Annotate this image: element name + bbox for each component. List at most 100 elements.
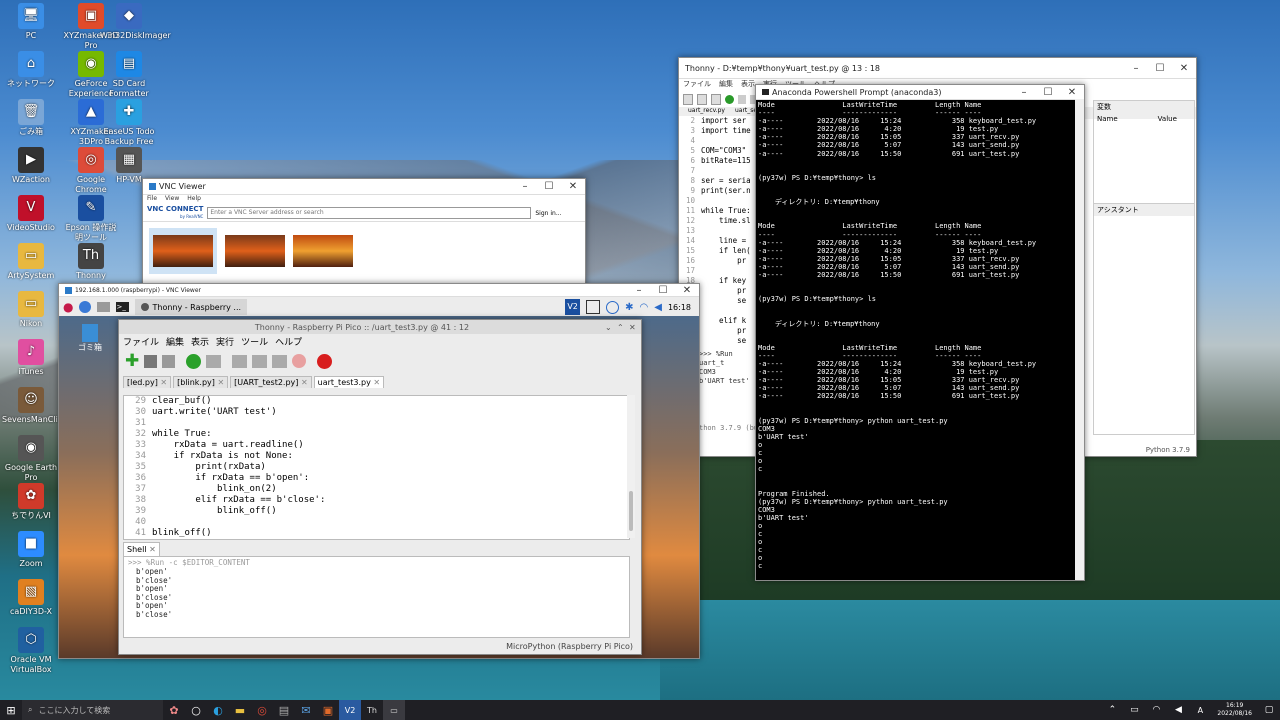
desktop-icon[interactable]: Th Thonny	[62, 243, 120, 281]
widgets-icon[interactable]: ✿	[163, 700, 185, 720]
menu-item[interactable]: 編集	[166, 335, 184, 348]
server-thumbnail[interactable]	[149, 228, 217, 274]
step-into-icon[interactable]	[252, 354, 268, 368]
menu-item[interactable]: 実行	[216, 335, 234, 348]
desktop-icon[interactable]: ✎ Epson 操作説明ツール	[62, 195, 120, 243]
menu-item[interactable]: File	[147, 195, 157, 205]
save-icon[interactable]	[711, 93, 721, 105]
menu-item[interactable]: 表示	[191, 335, 209, 348]
debug-icon[interactable]	[738, 94, 746, 104]
bluetooth-icon[interactable]: ✱	[625, 302, 633, 313]
save-icon[interactable]	[162, 354, 176, 368]
title-bar[interactable]: Anaconda Powershell Prompt (anaconda3) –…	[756, 85, 1084, 100]
notification-icon[interactable]: ▢	[1258, 700, 1280, 720]
browser-icon[interactable]	[79, 301, 92, 313]
shell-panel[interactable]: >>> %Run -c $EDITOR_CONTENT b'open' b'clo…	[123, 556, 630, 638]
shell-tab[interactable]: Shell ✕	[123, 542, 160, 557]
terminal-task-icon[interactable]: ▭	[383, 700, 405, 720]
terminal-icon[interactable]: >_	[116, 302, 130, 312]
desktop-icon[interactable]: ✚ EaseUS Todo Backup Free	[100, 99, 158, 147]
maximize-icon[interactable]: ☐	[651, 285, 675, 296]
desktop-icon[interactable]: ▶ WZaction	[2, 147, 60, 185]
signin-button[interactable]: Sign in...	[535, 210, 561, 217]
desktop-icon[interactable]: ◆ Win32DiskImager	[100, 3, 171, 41]
task-view-icon[interactable]: ○	[185, 700, 207, 720]
vnc-search-input[interactable]: Enter a VNC Server address or search	[207, 207, 532, 219]
wifi-icon[interactable]: ◠	[640, 302, 649, 313]
server-thumbnail[interactable]	[293, 235, 353, 267]
vnc-viewer-task-icon[interactable]: V2	[339, 700, 361, 720]
powershell-window[interactable]: Anaconda Powershell Prompt (anaconda3) –…	[755, 84, 1085, 581]
file-explorer-icon[interactable]: ▬	[229, 700, 251, 720]
resume-icon[interactable]	[292, 354, 307, 368]
close-icon[interactable]: ✕	[215, 378, 224, 387]
raspberry-menu-icon[interactable]: ●	[63, 300, 73, 314]
edge-icon[interactable]: ◐	[207, 700, 229, 720]
menu-item[interactable]: ツール	[241, 335, 268, 348]
desktop-icon[interactable]: ▭ ArtySystem	[2, 243, 60, 281]
menu-item[interactable]: ファイル	[123, 335, 159, 348]
title-bar[interactable]: Thonny - Raspberry Pi Pico :: /uart_test…	[119, 320, 641, 334]
title-bar[interactable]: Thonny - D:¥temp¥thony¥uart_test.py @ 13…	[679, 58, 1196, 79]
scrollbar[interactable]	[1075, 99, 1084, 580]
minimize-icon[interactable]: –	[1124, 63, 1148, 74]
editor-tab[interactable]: [led.py] ✕	[123, 376, 172, 388]
close-icon[interactable]: ✕	[149, 545, 156, 554]
maximize-icon[interactable]: ⌃	[617, 323, 629, 332]
desktop-icon[interactable]: V VideoStudio	[2, 195, 60, 233]
pi-trash-icon[interactable]: ゴミ箱	[77, 324, 103, 353]
maximize-icon[interactable]: ☐	[1148, 63, 1172, 74]
minimize-icon[interactable]: ⌄	[605, 323, 617, 332]
chrome-icon[interactable]: ◎	[251, 700, 273, 720]
wifi-icon[interactable]: ◠	[1145, 700, 1167, 720]
open-icon[interactable]	[697, 93, 707, 105]
thonny-task[interactable]: Thonny - Raspberry ...	[135, 299, 248, 315]
shell-panel[interactable]: >>> %Run uart_t COM3 b'UART test'	[699, 350, 759, 430]
desktop-icon[interactable]: 🗑 ごみ箱	[2, 99, 60, 137]
desktop-icon[interactable]: ♪ iTunes	[2, 339, 60, 377]
terminal-output[interactable]: Mode LastWriteTime Length Name ---- -----…	[756, 100, 1072, 580]
menu-item[interactable]: View	[165, 195, 179, 205]
thonny-pi-window[interactable]: Thonny - Raspberry Pi Pico :: /uart_test…	[118, 319, 642, 655]
mail-icon[interactable]: ✉	[295, 700, 317, 720]
debug-icon[interactable]	[206, 354, 222, 368]
desktop-icon[interactable]: ▤ SD Card Formatter	[100, 51, 158, 99]
close-icon[interactable]: ✕	[675, 285, 699, 296]
folder-icon[interactable]	[97, 302, 111, 312]
desktop-icon[interactable]: ⌂ ネットワーク	[2, 51, 60, 89]
step-out-icon[interactable]	[272, 354, 288, 368]
store-icon[interactable]: ▤	[273, 700, 295, 720]
menu-item[interactable]: 表示	[741, 79, 755, 91]
windows-start-icon[interactable]: ⊞	[0, 700, 22, 720]
editor-scrollbar[interactable]	[627, 395, 635, 538]
download-icon[interactable]	[606, 300, 620, 314]
thonny-task-icon[interactable]: Th	[361, 700, 383, 720]
desktop-icon[interactable]: ■ Zoom	[2, 531, 60, 569]
editor-tab[interactable]: uart_test3.py ✕	[313, 376, 385, 388]
run-icon[interactable]	[725, 94, 734, 104]
close-icon[interactable]: ✕	[1172, 63, 1196, 74]
step-over-icon[interactable]	[232, 354, 248, 368]
menu-item[interactable]: 編集	[719, 79, 733, 91]
server-thumbnail[interactable]	[225, 235, 285, 267]
desktop-icon[interactable]: ☺ SevensManClient	[2, 387, 71, 425]
minimize-icon[interactable]: –	[1012, 87, 1036, 98]
run-icon[interactable]	[186, 353, 202, 369]
vnc-viewer-window[interactable]: VNC Viewer – ☐ ✕ File View Help VNC CONNEC…	[142, 178, 586, 290]
minimize-icon[interactable]: –	[513, 181, 537, 192]
new-file-icon[interactable]	[683, 93, 693, 105]
clock[interactable]: 16:19 2022/08/16	[1211, 702, 1258, 718]
desktop-icon[interactable]: ▧ caDIY3D-X	[2, 579, 60, 617]
new-file-icon[interactable]: ✚	[125, 351, 139, 371]
desktop-icon[interactable]: ▭ Nikon	[2, 291, 60, 329]
desktop-icon[interactable]: 🖥 PC	[2, 3, 60, 41]
desktop-icon[interactable]: ⬡ Oracle VM VirtualBox	[2, 627, 60, 675]
minimize-icon[interactable]: –	[627, 285, 651, 296]
editor[interactable]: 29 clear_buf() 30 uart.write('UART test') 31…	[123, 395, 630, 540]
stop-icon[interactable]	[317, 353, 333, 369]
volume-icon[interactable]: ◀	[1167, 700, 1189, 720]
close-icon[interactable]: ✕	[371, 378, 380, 387]
title-bar[interactable]: VNC Viewer – ☐ ✕	[143, 179, 585, 195]
desktop-icon[interactable]: ✿ ちでりんVI	[2, 483, 60, 521]
maximize-icon[interactable]: ☐	[1036, 87, 1060, 98]
